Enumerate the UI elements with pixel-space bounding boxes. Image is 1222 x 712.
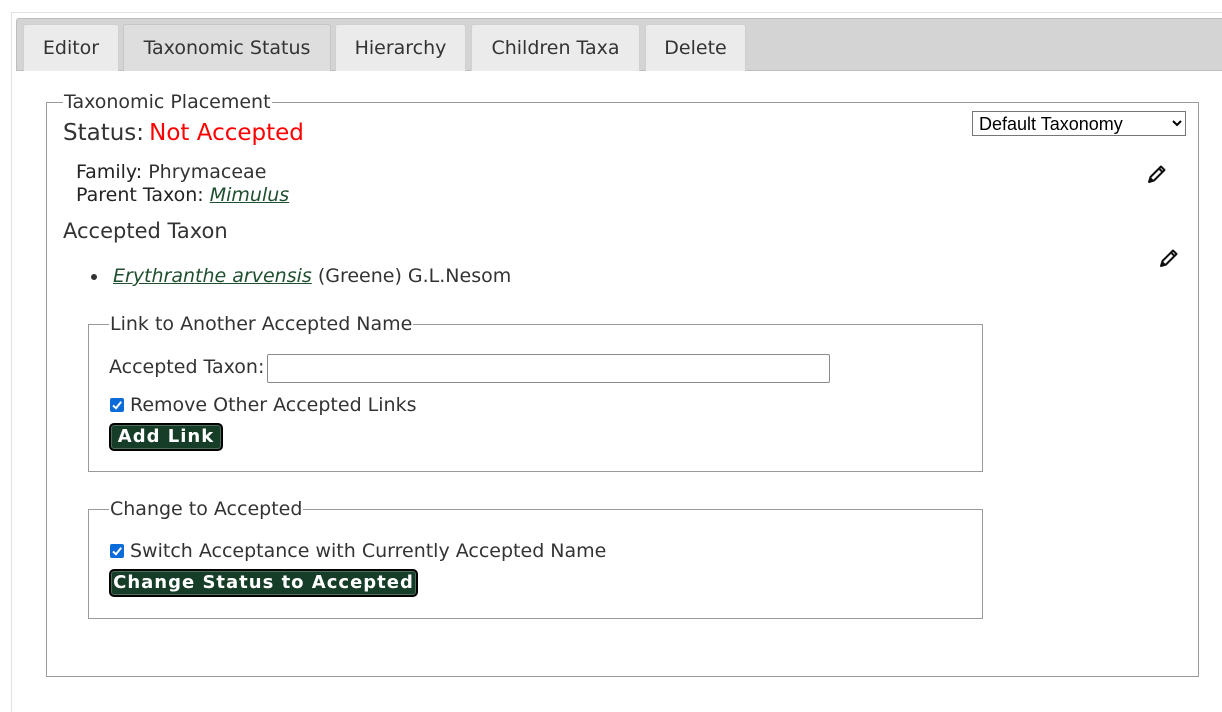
taxonomy-select[interactable]: Default Taxonomy xyxy=(972,111,1186,136)
change-status-button[interactable]: Change Status to Accepted xyxy=(109,569,418,597)
checkmark-icon xyxy=(112,547,122,556)
parent-taxon-line: Parent Taxon: Mimulus xyxy=(76,184,289,206)
tab-editor[interactable]: Editor xyxy=(23,24,119,71)
pencil-icon[interactable] xyxy=(1146,163,1168,185)
parent-taxon-label: Parent Taxon: xyxy=(76,184,204,206)
accepted-taxon-heading: Accepted Taxon xyxy=(63,219,228,243)
remove-other-links-checkbox[interactable] xyxy=(110,398,124,412)
switch-acceptance-label: Switch Acceptance with Currently Accepte… xyxy=(130,540,607,562)
tab-delete[interactable]: Delete xyxy=(645,24,746,71)
status-label: Status: xyxy=(63,120,145,146)
list-bullet xyxy=(91,274,97,280)
taxonomic-placement-legend: Taxonomic Placement xyxy=(64,91,271,113)
tab-bar: Editor Taxonomic Status Hierarchy Childr… xyxy=(16,18,1222,71)
accepted-taxon-author: (Greene) G.L.Nesom xyxy=(317,265,512,287)
add-link-button[interactable]: Add Link xyxy=(109,423,223,451)
family-value: Phrymaceae xyxy=(148,161,267,183)
change-accepted-legend: Change to Accepted xyxy=(110,498,303,520)
status-value: Not Accepted xyxy=(149,120,304,146)
accepted-taxon-link[interactable]: Erythranthe arvensis xyxy=(113,265,312,287)
remove-other-links-label: Remove Other Accepted Links xyxy=(130,394,417,416)
accepted-taxon-input-label: Accepted Taxon: xyxy=(109,356,265,378)
family-label: Family: xyxy=(76,161,143,183)
parent-taxon-link[interactable]: Mimulus xyxy=(210,184,289,206)
accepted-taxon-input[interactable] xyxy=(267,354,830,383)
tab-children-taxa[interactable]: Children Taxa xyxy=(471,24,640,71)
link-accepted-legend: Link to Another Accepted Name xyxy=(110,313,413,335)
pencil-icon[interactable] xyxy=(1158,247,1180,269)
switch-acceptance-checkbox[interactable] xyxy=(110,544,124,558)
checkmark-icon xyxy=(112,401,122,410)
family-line: Family: Phrymaceae xyxy=(76,161,266,183)
tab-hierarchy[interactable]: Hierarchy xyxy=(335,24,466,71)
accepted-taxon-item: Erythranthe arvensis (Greene) G.L.Nesom xyxy=(113,265,511,287)
tab-taxonomic-status[interactable]: Taxonomic Status xyxy=(123,24,331,71)
status-line: Status: Not Accepted xyxy=(63,120,304,146)
